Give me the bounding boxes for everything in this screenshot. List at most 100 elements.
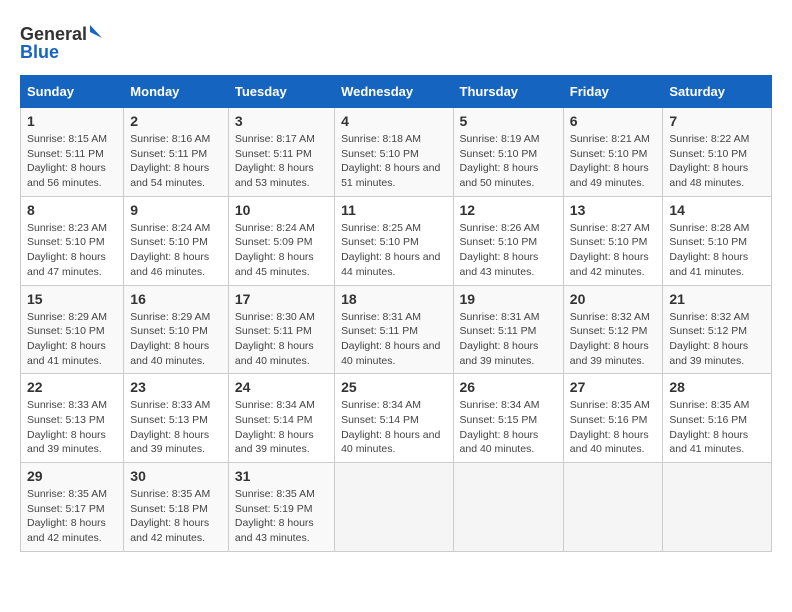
day-number: 30 (130, 468, 222, 484)
calendar-day-cell (663, 463, 772, 552)
day-number: 1 (27, 113, 117, 129)
calendar-day-cell: 31 Sunrise: 8:35 AMSunset: 5:19 PMDaylig… (228, 463, 334, 552)
calendar-week-row: 8 Sunrise: 8:23 AMSunset: 5:10 PMDayligh… (21, 196, 772, 285)
calendar-day-cell: 20 Sunrise: 8:32 AMSunset: 5:12 PMDaylig… (563, 285, 663, 374)
day-info: Sunrise: 8:34 AMSunset: 5:14 PMDaylight:… (341, 399, 440, 455)
day-info: Sunrise: 8:25 AMSunset: 5:10 PMDaylight:… (341, 222, 440, 278)
day-number: 15 (27, 291, 117, 307)
calendar-week-row: 29 Sunrise: 8:35 AMSunset: 5:17 PMDaylig… (21, 463, 772, 552)
day-info: Sunrise: 8:26 AMSunset: 5:10 PMDaylight:… (460, 222, 540, 278)
calendar-day-cell: 7 Sunrise: 8:22 AMSunset: 5:10 PMDayligh… (663, 108, 772, 197)
calendar-day-cell: 2 Sunrise: 8:16 AMSunset: 5:11 PMDayligh… (124, 108, 229, 197)
svg-text:Blue: Blue (20, 42, 59, 62)
calendar-week-row: 22 Sunrise: 8:33 AMSunset: 5:13 PMDaylig… (21, 374, 772, 463)
calendar-day-cell: 27 Sunrise: 8:35 AMSunset: 5:16 PMDaylig… (563, 374, 663, 463)
calendar-day-cell: 28 Sunrise: 8:35 AMSunset: 5:16 PMDaylig… (663, 374, 772, 463)
day-number: 10 (235, 202, 328, 218)
calendar-day-header: Friday (563, 76, 663, 108)
calendar-day-cell: 25 Sunrise: 8:34 AMSunset: 5:14 PMDaylig… (335, 374, 453, 463)
calendar-header-row: SundayMondayTuesdayWednesdayThursdayFrid… (21, 76, 772, 108)
day-info: Sunrise: 8:23 AMSunset: 5:10 PMDaylight:… (27, 222, 107, 278)
calendar-day-cell: 24 Sunrise: 8:34 AMSunset: 5:14 PMDaylig… (228, 374, 334, 463)
day-info: Sunrise: 8:29 AMSunset: 5:10 PMDaylight:… (130, 311, 210, 367)
day-info: Sunrise: 8:22 AMSunset: 5:10 PMDaylight:… (669, 133, 749, 189)
day-info: Sunrise: 8:35 AMSunset: 5:16 PMDaylight:… (669, 399, 749, 455)
day-info: Sunrise: 8:27 AMSunset: 5:10 PMDaylight:… (570, 222, 650, 278)
day-number: 7 (669, 113, 765, 129)
calendar-day-cell: 6 Sunrise: 8:21 AMSunset: 5:10 PMDayligh… (563, 108, 663, 197)
day-info: Sunrise: 8:34 AMSunset: 5:15 PMDaylight:… (460, 399, 540, 455)
calendar-day-cell: 19 Sunrise: 8:31 AMSunset: 5:11 PMDaylig… (453, 285, 563, 374)
calendar-day-cell: 8 Sunrise: 8:23 AMSunset: 5:10 PMDayligh… (21, 196, 124, 285)
calendar-day-cell: 29 Sunrise: 8:35 AMSunset: 5:17 PMDaylig… (21, 463, 124, 552)
day-info: Sunrise: 8:34 AMSunset: 5:14 PMDaylight:… (235, 399, 315, 455)
calendar-table: SundayMondayTuesdayWednesdayThursdayFrid… (20, 75, 772, 552)
day-info: Sunrise: 8:31 AMSunset: 5:11 PMDaylight:… (341, 311, 440, 367)
calendar-day-cell: 10 Sunrise: 8:24 AMSunset: 5:09 PMDaylig… (228, 196, 334, 285)
calendar-day-cell: 5 Sunrise: 8:19 AMSunset: 5:10 PMDayligh… (453, 108, 563, 197)
day-number: 22 (27, 379, 117, 395)
day-info: Sunrise: 8:35 AMSunset: 5:16 PMDaylight:… (570, 399, 650, 455)
day-number: 4 (341, 113, 446, 129)
calendar-week-row: 15 Sunrise: 8:29 AMSunset: 5:10 PMDaylig… (21, 285, 772, 374)
day-number: 3 (235, 113, 328, 129)
calendar-day-cell: 26 Sunrise: 8:34 AMSunset: 5:15 PMDaylig… (453, 374, 563, 463)
calendar-day-cell: 15 Sunrise: 8:29 AMSunset: 5:10 PMDaylig… (21, 285, 124, 374)
day-number: 26 (460, 379, 557, 395)
day-info: Sunrise: 8:24 AMSunset: 5:09 PMDaylight:… (235, 222, 315, 278)
day-number: 31 (235, 468, 328, 484)
calendar-day-cell: 4 Sunrise: 8:18 AMSunset: 5:10 PMDayligh… (335, 108, 453, 197)
calendar-day-cell: 14 Sunrise: 8:28 AMSunset: 5:10 PMDaylig… (663, 196, 772, 285)
calendar-day-cell: 18 Sunrise: 8:31 AMSunset: 5:11 PMDaylig… (335, 285, 453, 374)
calendar-day-cell: 23 Sunrise: 8:33 AMSunset: 5:13 PMDaylig… (124, 374, 229, 463)
day-number: 6 (570, 113, 657, 129)
calendar-day-cell: 9 Sunrise: 8:24 AMSunset: 5:10 PMDayligh… (124, 196, 229, 285)
day-number: 12 (460, 202, 557, 218)
calendar-day-cell: 1 Sunrise: 8:15 AMSunset: 5:11 PMDayligh… (21, 108, 124, 197)
day-info: Sunrise: 8:31 AMSunset: 5:11 PMDaylight:… (460, 311, 540, 367)
day-info: Sunrise: 8:18 AMSunset: 5:10 PMDaylight:… (341, 133, 440, 189)
calendar-day-header: Thursday (453, 76, 563, 108)
day-info: Sunrise: 8:28 AMSunset: 5:10 PMDaylight:… (669, 222, 749, 278)
day-info: Sunrise: 8:16 AMSunset: 5:11 PMDaylight:… (130, 133, 210, 189)
day-info: Sunrise: 8:35 AMSunset: 5:19 PMDaylight:… (235, 488, 315, 544)
day-info: Sunrise: 8:19 AMSunset: 5:10 PMDaylight:… (460, 133, 540, 189)
day-info: Sunrise: 8:17 AMSunset: 5:11 PMDaylight:… (235, 133, 315, 189)
day-number: 11 (341, 202, 446, 218)
calendar-day-header: Sunday (21, 76, 124, 108)
day-number: 23 (130, 379, 222, 395)
day-info: Sunrise: 8:35 AMSunset: 5:18 PMDaylight:… (130, 488, 210, 544)
day-number: 13 (570, 202, 657, 218)
calendar-day-cell (563, 463, 663, 552)
day-info: Sunrise: 8:15 AMSunset: 5:11 PMDaylight:… (27, 133, 107, 189)
day-number: 19 (460, 291, 557, 307)
calendar-day-cell: 16 Sunrise: 8:29 AMSunset: 5:10 PMDaylig… (124, 285, 229, 374)
day-info: Sunrise: 8:33 AMSunset: 5:13 PMDaylight:… (27, 399, 107, 455)
day-info: Sunrise: 8:21 AMSunset: 5:10 PMDaylight:… (570, 133, 650, 189)
day-info: Sunrise: 8:33 AMSunset: 5:13 PMDaylight:… (130, 399, 210, 455)
day-info: Sunrise: 8:24 AMSunset: 5:10 PMDaylight:… (130, 222, 210, 278)
day-info: Sunrise: 8:32 AMSunset: 5:12 PMDaylight:… (669, 311, 749, 367)
day-number: 17 (235, 291, 328, 307)
logo: General Blue (20, 20, 110, 65)
day-number: 14 (669, 202, 765, 218)
header: General Blue (20, 20, 772, 65)
calendar-day-cell (335, 463, 453, 552)
day-number: 24 (235, 379, 328, 395)
calendar-day-cell: 30 Sunrise: 8:35 AMSunset: 5:18 PMDaylig… (124, 463, 229, 552)
calendar-day-cell: 21 Sunrise: 8:32 AMSunset: 5:12 PMDaylig… (663, 285, 772, 374)
calendar-day-header: Monday (124, 76, 229, 108)
day-info: Sunrise: 8:30 AMSunset: 5:11 PMDaylight:… (235, 311, 315, 367)
day-info: Sunrise: 8:35 AMSunset: 5:17 PMDaylight:… (27, 488, 107, 544)
day-number: 29 (27, 468, 117, 484)
calendar-day-header: Saturday (663, 76, 772, 108)
day-number: 28 (669, 379, 765, 395)
day-number: 20 (570, 291, 657, 307)
day-number: 27 (570, 379, 657, 395)
calendar-day-cell: 17 Sunrise: 8:30 AMSunset: 5:11 PMDaylig… (228, 285, 334, 374)
day-number: 2 (130, 113, 222, 129)
calendar-day-header: Wednesday (335, 76, 453, 108)
day-number: 18 (341, 291, 446, 307)
calendar-day-cell (453, 463, 563, 552)
calendar-day-cell: 11 Sunrise: 8:25 AMSunset: 5:10 PMDaylig… (335, 196, 453, 285)
